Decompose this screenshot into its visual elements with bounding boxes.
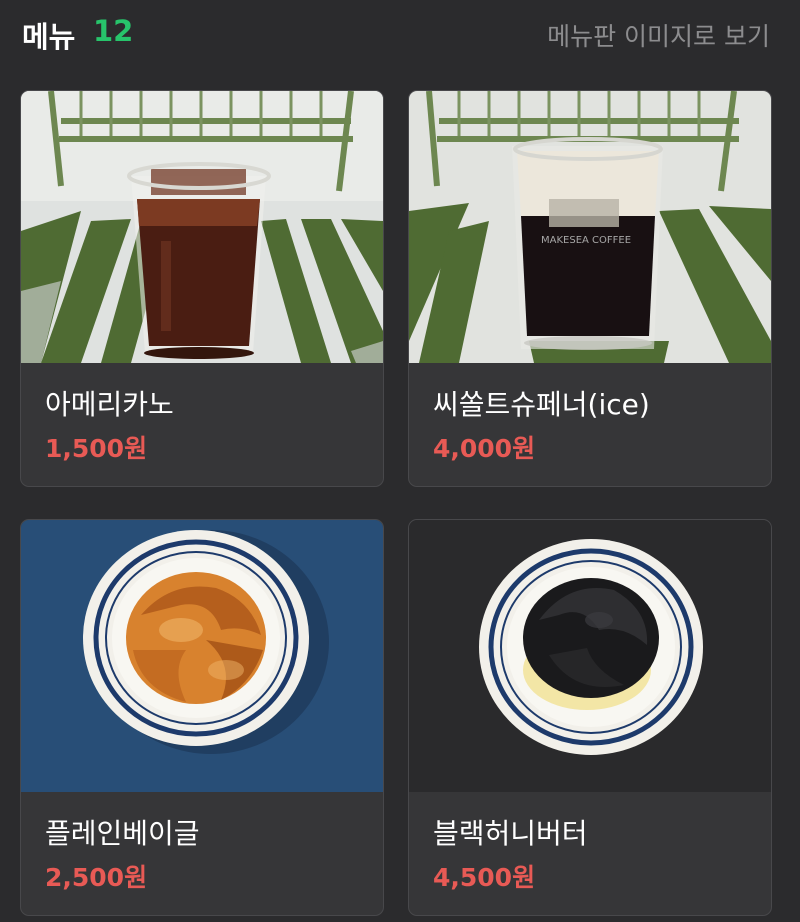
menu-item-name: 아메리카노 bbox=[45, 388, 174, 421]
menu-item-name: 씨쏠트슈페너(ice) bbox=[433, 388, 650, 421]
black-honey-butter-bagel-photo bbox=[409, 520, 771, 792]
plain-bagel-photo bbox=[21, 520, 383, 792]
menu-card-sea-salt-einspanner[interactable]: MAKESEA COFFEE 씨쏠트슈페너(ice) 4,000원 bbox=[408, 90, 772, 487]
menu-item-price: 4,500원 bbox=[433, 863, 536, 892]
menu-item-price: 4,000원 bbox=[433, 434, 536, 463]
menu-count: 12 bbox=[93, 14, 134, 48]
menu-item-name: 블랙허니버터 bbox=[433, 817, 588, 850]
menu-item-price: 2,500원 bbox=[45, 863, 148, 892]
iced-americano-photo bbox=[21, 91, 383, 363]
menu-item-name: 플레인베이글 bbox=[45, 817, 200, 850]
menu-header: 메뉴 12 메뉴판 이미지로 보기 bbox=[0, 0, 800, 70]
menu-card-black-honey-butter[interactable]: 블랙허니버터 4,500원 bbox=[408, 519, 772, 916]
menu-card-americano[interactable]: 아메리카노 1,500원 bbox=[20, 90, 384, 487]
view-menu-image-link[interactable]: 메뉴판 이미지로 보기 bbox=[547, 17, 770, 53]
menu-item-price: 1,500원 bbox=[45, 434, 148, 463]
menu-title: 메뉴 bbox=[22, 20, 76, 54]
sea-salt-einspanner-photo: MAKESEA COFFEE bbox=[409, 91, 771, 363]
cup-logo-text: MAKESEA COFFEE bbox=[541, 235, 631, 246]
menu-card-plain-bagel[interactable]: 플레인베이글 2,500원 bbox=[20, 519, 384, 916]
